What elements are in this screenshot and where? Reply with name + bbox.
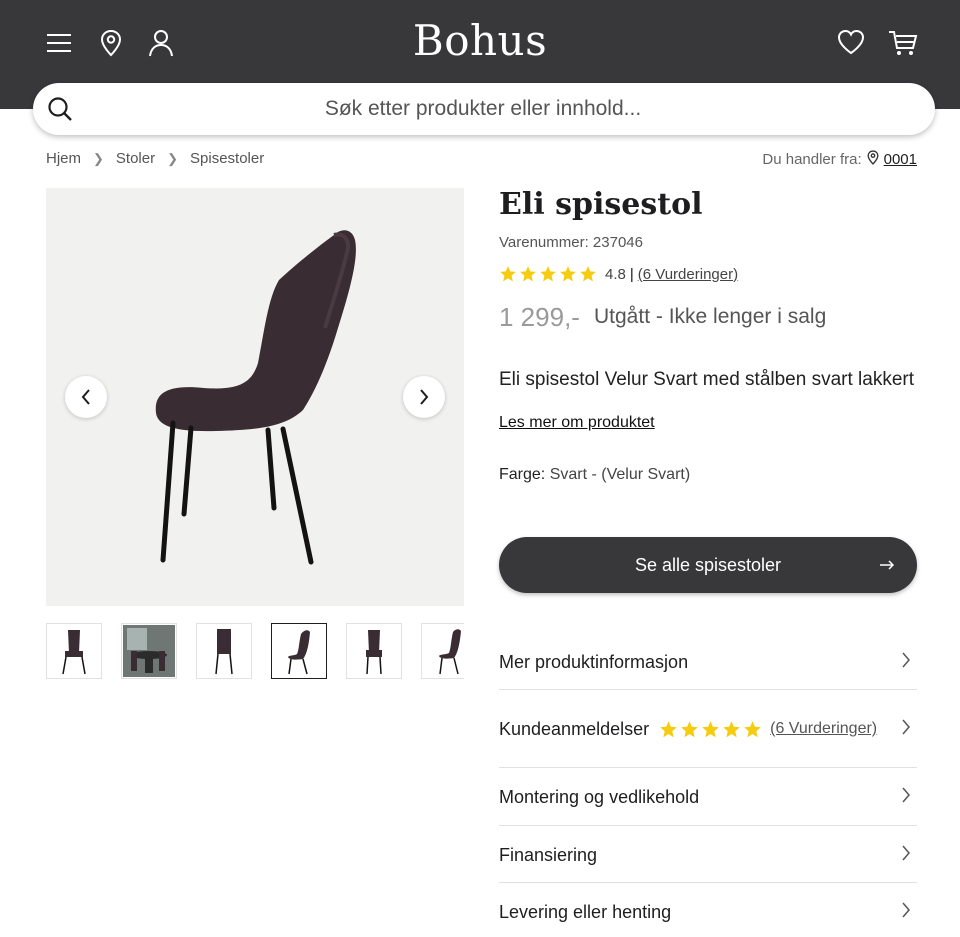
product-image — [155, 230, 356, 565]
thumbnail-5[interactable] — [346, 623, 402, 679]
search-input[interactable] — [93, 91, 873, 127]
store-selector: Du handler fra: 0001 — [762, 150, 917, 169]
accordion-delivery[interactable]: Levering eller henting — [499, 900, 917, 924]
star-icon — [660, 720, 677, 737]
accordion-more-info[interactable]: Mer produktinformasjon — [499, 650, 917, 674]
color-value: Svart - (Velur Svart) — [549, 466, 691, 483]
store-label: Du handler fra: — [762, 151, 862, 168]
reviews-link[interactable]: (6 Vurderinger) — [770, 720, 877, 738]
divider — [499, 689, 917, 690]
product-image-gallery — [46, 188, 464, 606]
breadcrumb-home[interactable]: Hjem — [46, 150, 81, 167]
thumbnail-4[interactable] — [271, 623, 327, 679]
thumbnail-strip — [46, 623, 464, 680]
chevron-right-icon — [901, 719, 911, 740]
accordion-label: Finansiering — [499, 844, 598, 865]
star-icon — [702, 720, 719, 737]
accordion-label: Levering eller henting — [499, 901, 672, 922]
search-bar — [33, 83, 935, 135]
breadcrumb-spisestoler[interactable]: Spisestoler — [190, 150, 264, 167]
product-description: Eli spisestol Velur Svart med stålben sv… — [499, 369, 915, 390]
location-pin-icon — [867, 150, 879, 169]
chevron-right-icon — [901, 902, 911, 923]
star-icon — [744, 720, 761, 737]
availability-status: Utgått - Ikke lenger i salg — [594, 305, 827, 328]
accordion-assembly-care[interactable]: Montering og vedlikehold — [499, 785, 917, 809]
accordion-label: Mer produktinformasjon — [499, 651, 689, 672]
accordion-label: Montering og vedlikehold — [499, 786, 700, 807]
product-rating: 4.8 | (6 Vurderinger) — [499, 265, 738, 283]
rating-separator: | — [629, 265, 634, 283]
product-price: 1 299,- — [499, 302, 580, 332]
star-icon — [540, 266, 556, 282]
chevron-right-icon — [901, 845, 911, 866]
star-icon — [723, 720, 740, 737]
thumbnail-6[interactable] — [421, 623, 464, 679]
gallery-next-button[interactable] — [403, 376, 445, 418]
read-more-link[interactable]: Les mer om produktet — [499, 414, 655, 432]
store-code-link[interactable]: 0001 — [884, 151, 917, 168]
gallery-prev-button[interactable] — [65, 376, 107, 418]
heart-icon[interactable] — [836, 28, 866, 56]
star-icon — [520, 266, 536, 282]
accordion-financing[interactable]: Finansiering — [499, 843, 917, 867]
thumbnail-1[interactable] — [46, 623, 102, 679]
chevron-right-icon — [901, 787, 911, 808]
rating-value: 4.8 — [605, 265, 626, 283]
accordion-label: Kundeanmeldelser — [499, 718, 650, 739]
product-sku: Varenummer: 237046 — [499, 234, 643, 251]
cart-icon[interactable] — [887, 28, 919, 58]
accordion-reviews[interactable]: Kundeanmeldelser (6 Vurderinger) — [499, 717, 917, 741]
divider — [499, 882, 917, 883]
star-icon — [500, 266, 516, 282]
see-all-chairs-button[interactable]: Se alle spisestoler — [499, 537, 917, 593]
cta-label: Se alle spisestoler — [634, 554, 782, 575]
color-label: Farge: — [499, 466, 546, 483]
bohus-logo[interactable]: Bohus — [0, 16, 960, 65]
thumbnail-2[interactable] — [121, 623, 177, 679]
divider — [499, 767, 917, 768]
rating-stars — [499, 265, 597, 283]
chevron-right-icon: ❯ — [93, 150, 104, 166]
rating-stars — [659, 720, 762, 739]
star-icon — [580, 266, 596, 282]
product-title: Eli spisestol — [499, 187, 703, 222]
thumbnail-3[interactable] — [196, 623, 252, 679]
product-color: Farge: Svart - (Velur Svart) — [499, 466, 690, 484]
chevron-right-icon: ❯ — [167, 150, 179, 166]
divider — [499, 825, 917, 826]
star-icon — [681, 720, 698, 737]
breadcrumb: Hjem ❯ Stoler ❯ Spisestoler — [46, 150, 264, 167]
reviews-link[interactable]: (6 Vurderinger) — [638, 266, 738, 283]
star-icon — [560, 266, 576, 282]
chevron-right-icon — [901, 652, 911, 673]
breadcrumb-stoler[interactable]: Stoler — [116, 150, 155, 167]
arrow-right-icon — [879, 554, 895, 581]
search-icon[interactable] — [47, 96, 73, 127]
